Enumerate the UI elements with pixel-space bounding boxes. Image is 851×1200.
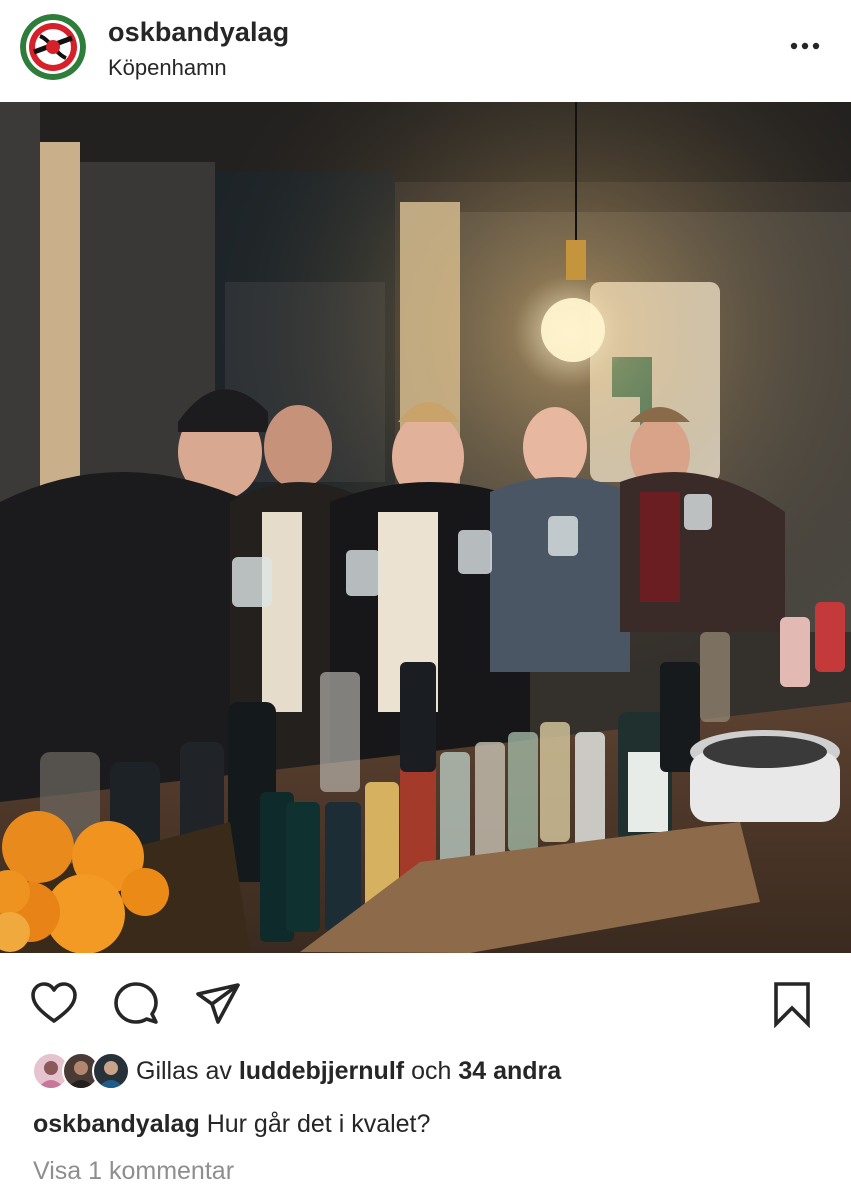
view-comments-link[interactable]: Visa 1 kommentar xyxy=(33,1157,234,1186)
more-horizontal-icon xyxy=(790,42,820,50)
likes-text: Gillas av luddebjjernulf och 34 andra xyxy=(136,1057,562,1085)
club-logo-icon xyxy=(20,14,86,80)
more-options-button[interactable] xyxy=(784,30,824,60)
post-location[interactable]: Köpenhamn xyxy=(108,55,227,81)
save-button[interactable] xyxy=(768,980,816,1029)
post-photo[interactable] xyxy=(0,102,851,953)
paper-plane-icon xyxy=(196,983,240,1024)
bar-group-photo xyxy=(0,102,851,953)
liker-username[interactable]: luddebjjernulf xyxy=(239,1057,404,1085)
liker-avatar xyxy=(92,1052,130,1090)
heart-icon xyxy=(31,982,77,1023)
caption-text: Hur går det i kvalet? xyxy=(206,1110,431,1138)
caption-username[interactable]: oskbandyalag xyxy=(33,1110,200,1138)
comment-button[interactable] xyxy=(112,980,160,1028)
post-username[interactable]: oskbandyalag xyxy=(108,17,289,48)
likes-others-link[interactable]: 34 andra xyxy=(458,1057,561,1085)
comment-icon xyxy=(114,982,158,1024)
post-caption: oskbandyalag Hur går det i kvalet? xyxy=(33,1110,430,1139)
post-header: oskbandyalag Köpenhamn xyxy=(0,0,851,102)
like-button[interactable] xyxy=(30,980,78,1028)
post-actions xyxy=(0,960,851,1040)
bookmark-icon xyxy=(774,982,810,1029)
likes-summary[interactable]: Gillas av luddebjjernulf och 34 andra xyxy=(32,1052,832,1092)
profile-avatar[interactable] xyxy=(20,14,86,80)
share-button[interactable] xyxy=(194,980,242,1028)
